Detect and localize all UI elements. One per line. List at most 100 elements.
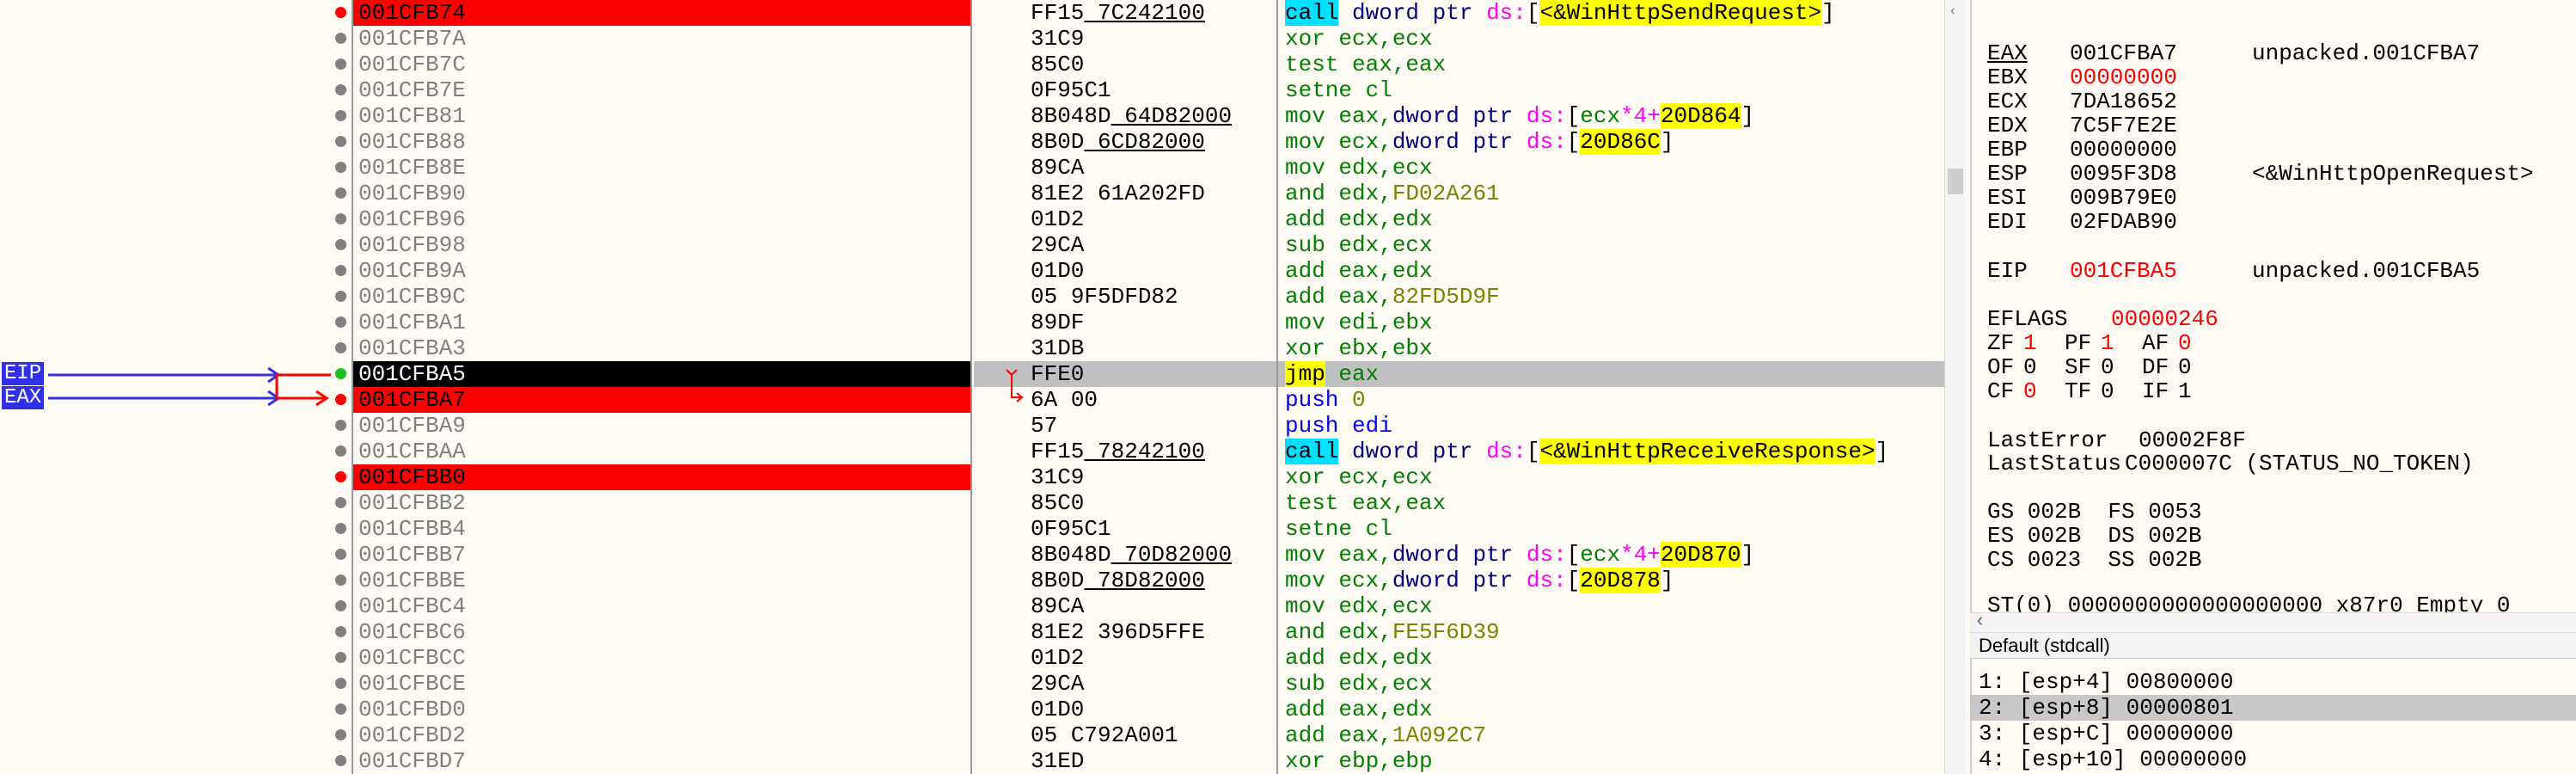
- disasm-address[interactable]: 001CFBD2: [353, 722, 970, 748]
- register-name[interactable]: ESP: [1987, 162, 2028, 186]
- disasm-bytes[interactable]: 85C0: [974, 490, 1084, 516]
- register-value[interactable]: 00000000: [2070, 65, 2177, 89]
- disasm-instruction[interactable]: xor ebp,ebp: [1278, 748, 1944, 774]
- register-name[interactable]: EBX: [1987, 65, 2028, 89]
- disasm-instruction[interactable]: xor ecx,ecx: [1278, 26, 1944, 52]
- disasm-bytes[interactable]: 89CA: [974, 593, 1084, 619]
- flag-value[interactable]: 0: [2023, 355, 2037, 379]
- disasm-bytes[interactable]: FF15 7C242100: [974, 0, 1205, 26]
- register-name[interactable]: EAX: [1987, 41, 2028, 65]
- breakpoint-slot-icon[interactable]: [335, 265, 346, 276]
- disasm-instruction[interactable]: add edx,edx: [1278, 206, 1944, 232]
- breakpoint-slot-icon[interactable]: [335, 213, 346, 224]
- register-name[interactable]: ECX: [1987, 89, 2028, 114]
- register-value[interactable]: 009B79E0: [2070, 186, 2177, 210]
- disasm-bytes[interactable]: 01D0: [974, 697, 1084, 722]
- disasm-instruction[interactable]: setne cl: [1278, 516, 1944, 542]
- current-ip-dot-icon[interactable]: [335, 368, 346, 379]
- disasm-instruction[interactable]: mov ecx,dword ptr ds:[20D86C]: [1278, 129, 1944, 155]
- disasm-instruction[interactable]: sub edx,ecx: [1278, 671, 1944, 697]
- disasm-bytes[interactable]: 8B0D 78D82000: [974, 568, 1205, 593]
- breakpoint-slot-icon[interactable]: [335, 703, 346, 715]
- disasm-instruction[interactable]: add edx,edx: [1278, 645, 1944, 671]
- flag-name[interactable]: PF: [2065, 331, 2091, 355]
- disasm-address[interactable]: 001CFBAA: [353, 439, 970, 464]
- flag-name[interactable]: CF: [1987, 379, 2014, 403]
- flag-value[interactable]: 0: [2178, 355, 2192, 379]
- breakpoint-slot-icon[interactable]: [335, 187, 346, 199]
- breakpoint-slot-icon[interactable]: [335, 626, 346, 637]
- flag-value[interactable]: 0: [2023, 379, 2037, 403]
- disasm-instruction[interactable]: test eax,eax: [1278, 490, 1944, 516]
- register-value[interactable]: 00000000: [2070, 138, 2177, 162]
- disasm-bytes[interactable]: 31C9: [974, 26, 1084, 52]
- disasm-bytes[interactable]: 31ED: [974, 748, 1084, 774]
- disasm-address[interactable]: 001CFB98: [353, 232, 970, 258]
- disasm-bytes[interactable]: 05 C792A001: [974, 722, 1178, 748]
- register-comment[interactable]: unpacked.001CFBA5: [2252, 259, 2480, 283]
- registers-hscrollbar[interactable]: ‹: [1970, 611, 2576, 633]
- flag-value[interactable]: 0: [2178, 331, 2192, 355]
- disasm-instruction[interactable]: add eax,edx: [1278, 258, 1944, 284]
- last-error-label[interactable]: LastError: [1987, 428, 2108, 452]
- address-column[interactable]: 001CFB74 001CFB7A 001CFB7C 001CFB7E 001CFB81…: [352, 0, 972, 774]
- disasm-instruction[interactable]: mov edx,ecx: [1278, 593, 1944, 619]
- stack-arg-row[interactable]: 1: [esp+4] 00800000: [1970, 669, 2576, 695]
- disasm-instruction[interactable]: and edx,FD02A261: [1278, 181, 1944, 206]
- segment-registers[interactable]: GS 002B FS 0053: [1987, 500, 2202, 524]
- disasm-bytes[interactable]: 57: [974, 413, 1057, 439]
- register-value[interactable]: 7C5F7E2E: [2070, 114, 2177, 138]
- breakpoint-dot-icon[interactable]: [335, 394, 346, 405]
- flag-name[interactable]: ZF: [1987, 331, 2014, 355]
- disasm-address[interactable]: 001CFB81: [353, 103, 970, 129]
- breakpoint-slot-icon[interactable]: [335, 600, 346, 611]
- breakpoint-slot-icon[interactable]: [335, 549, 346, 560]
- disasm-address[interactable]: 001CFB7E: [353, 77, 970, 103]
- register-name[interactable]: EIP: [1987, 259, 2028, 283]
- disasm-address[interactable]: 001CFB90: [353, 181, 970, 206]
- disasm-bytes[interactable]: 01D0: [974, 258, 1084, 284]
- disasm-address[interactable]: 001CFBA1: [353, 310, 970, 335]
- disasm-bytes[interactable]: 0F95C1: [974, 516, 1111, 542]
- last-error-value[interactable]: 00002F8F: [2139, 428, 2246, 452]
- disasm-address[interactable]: 001CFBB7: [353, 542, 970, 568]
- disasm-address[interactable]: 001CFB88: [353, 129, 970, 155]
- disasm-bytes[interactable]: 0F95C1: [974, 77, 1111, 103]
- disasm-instruction[interactable]: push edi: [1278, 413, 1944, 439]
- disasm-bytes[interactable]: 8B048D 64D82000: [974, 103, 1232, 129]
- call-convention-header[interactable]: Default (stdcall): [1970, 633, 2576, 659]
- disasm-address[interactable]: 001CFBC4: [353, 593, 970, 619]
- stack-arg-row[interactable]: 3: [esp+C] 00000000: [1970, 721, 2576, 746]
- disasm-bytes[interactable]: 6A 00: [974, 387, 1098, 413]
- register-name[interactable]: EDI: [1987, 210, 2028, 234]
- scroll-left-icon[interactable]: ‹: [1974, 611, 1986, 632]
- segment-registers[interactable]: CS 0023 SS 002B: [1987, 548, 2202, 572]
- last-status-value[interactable]: C000007C (STATUS_NO_TOKEN): [2125, 452, 2474, 476]
- disasm-bytes[interactable]: 89DF: [974, 310, 1084, 335]
- breakpoint-slot-icon[interactable]: [335, 291, 346, 302]
- disasm-instruction[interactable]: mov edx,ecx: [1278, 155, 1944, 181]
- flag-value[interactable]: 1: [2178, 379, 2192, 403]
- breakpoint-slot-icon[interactable]: [335, 652, 346, 663]
- breakpoint-slot-icon[interactable]: [335, 574, 346, 586]
- disasm-instruction[interactable]: sub edx,ecx: [1278, 232, 1944, 258]
- disasm-address[interactable]: 001CFBD0: [353, 697, 970, 722]
- flag-name[interactable]: OF: [1987, 355, 2014, 379]
- last-status-label[interactable]: LastStatus: [1987, 452, 2121, 476]
- flag-name[interactable]: TF: [2065, 379, 2091, 403]
- register-value[interactable]: 0095F3D8: [2070, 162, 2177, 186]
- disasm-bytes[interactable]: 8B0D 6CD82000: [974, 129, 1205, 155]
- disasm-instruction[interactable]: add eax,edx: [1278, 697, 1944, 722]
- disasm-instruction[interactable]: jmp eax: [1278, 361, 1944, 387]
- disasm-address[interactable]: 001CFBA3: [353, 335, 970, 361]
- disasm-instruction[interactable]: push 0: [1278, 387, 1944, 413]
- disasm-address[interactable]: 001CFB9C: [353, 284, 970, 310]
- flag-value[interactable]: 0: [2101, 355, 2114, 379]
- breakpoint-slot-icon[interactable]: [335, 678, 346, 689]
- disasm-bytes[interactable]: 81E2 396D5FFE: [974, 619, 1205, 645]
- disasm-bytes[interactable]: 01D2: [974, 645, 1084, 671]
- disasm-instruction[interactable]: call dword ptr ds:[<&WinHttpReceiveRespo…: [1278, 439, 1944, 464]
- disassembly-scrollbar[interactable]: ‹: [1944, 0, 1966, 774]
- disasm-instruction[interactable]: xor ebx,ebx: [1278, 335, 1944, 361]
- breakpoint-slot-icon[interactable]: [335, 729, 346, 740]
